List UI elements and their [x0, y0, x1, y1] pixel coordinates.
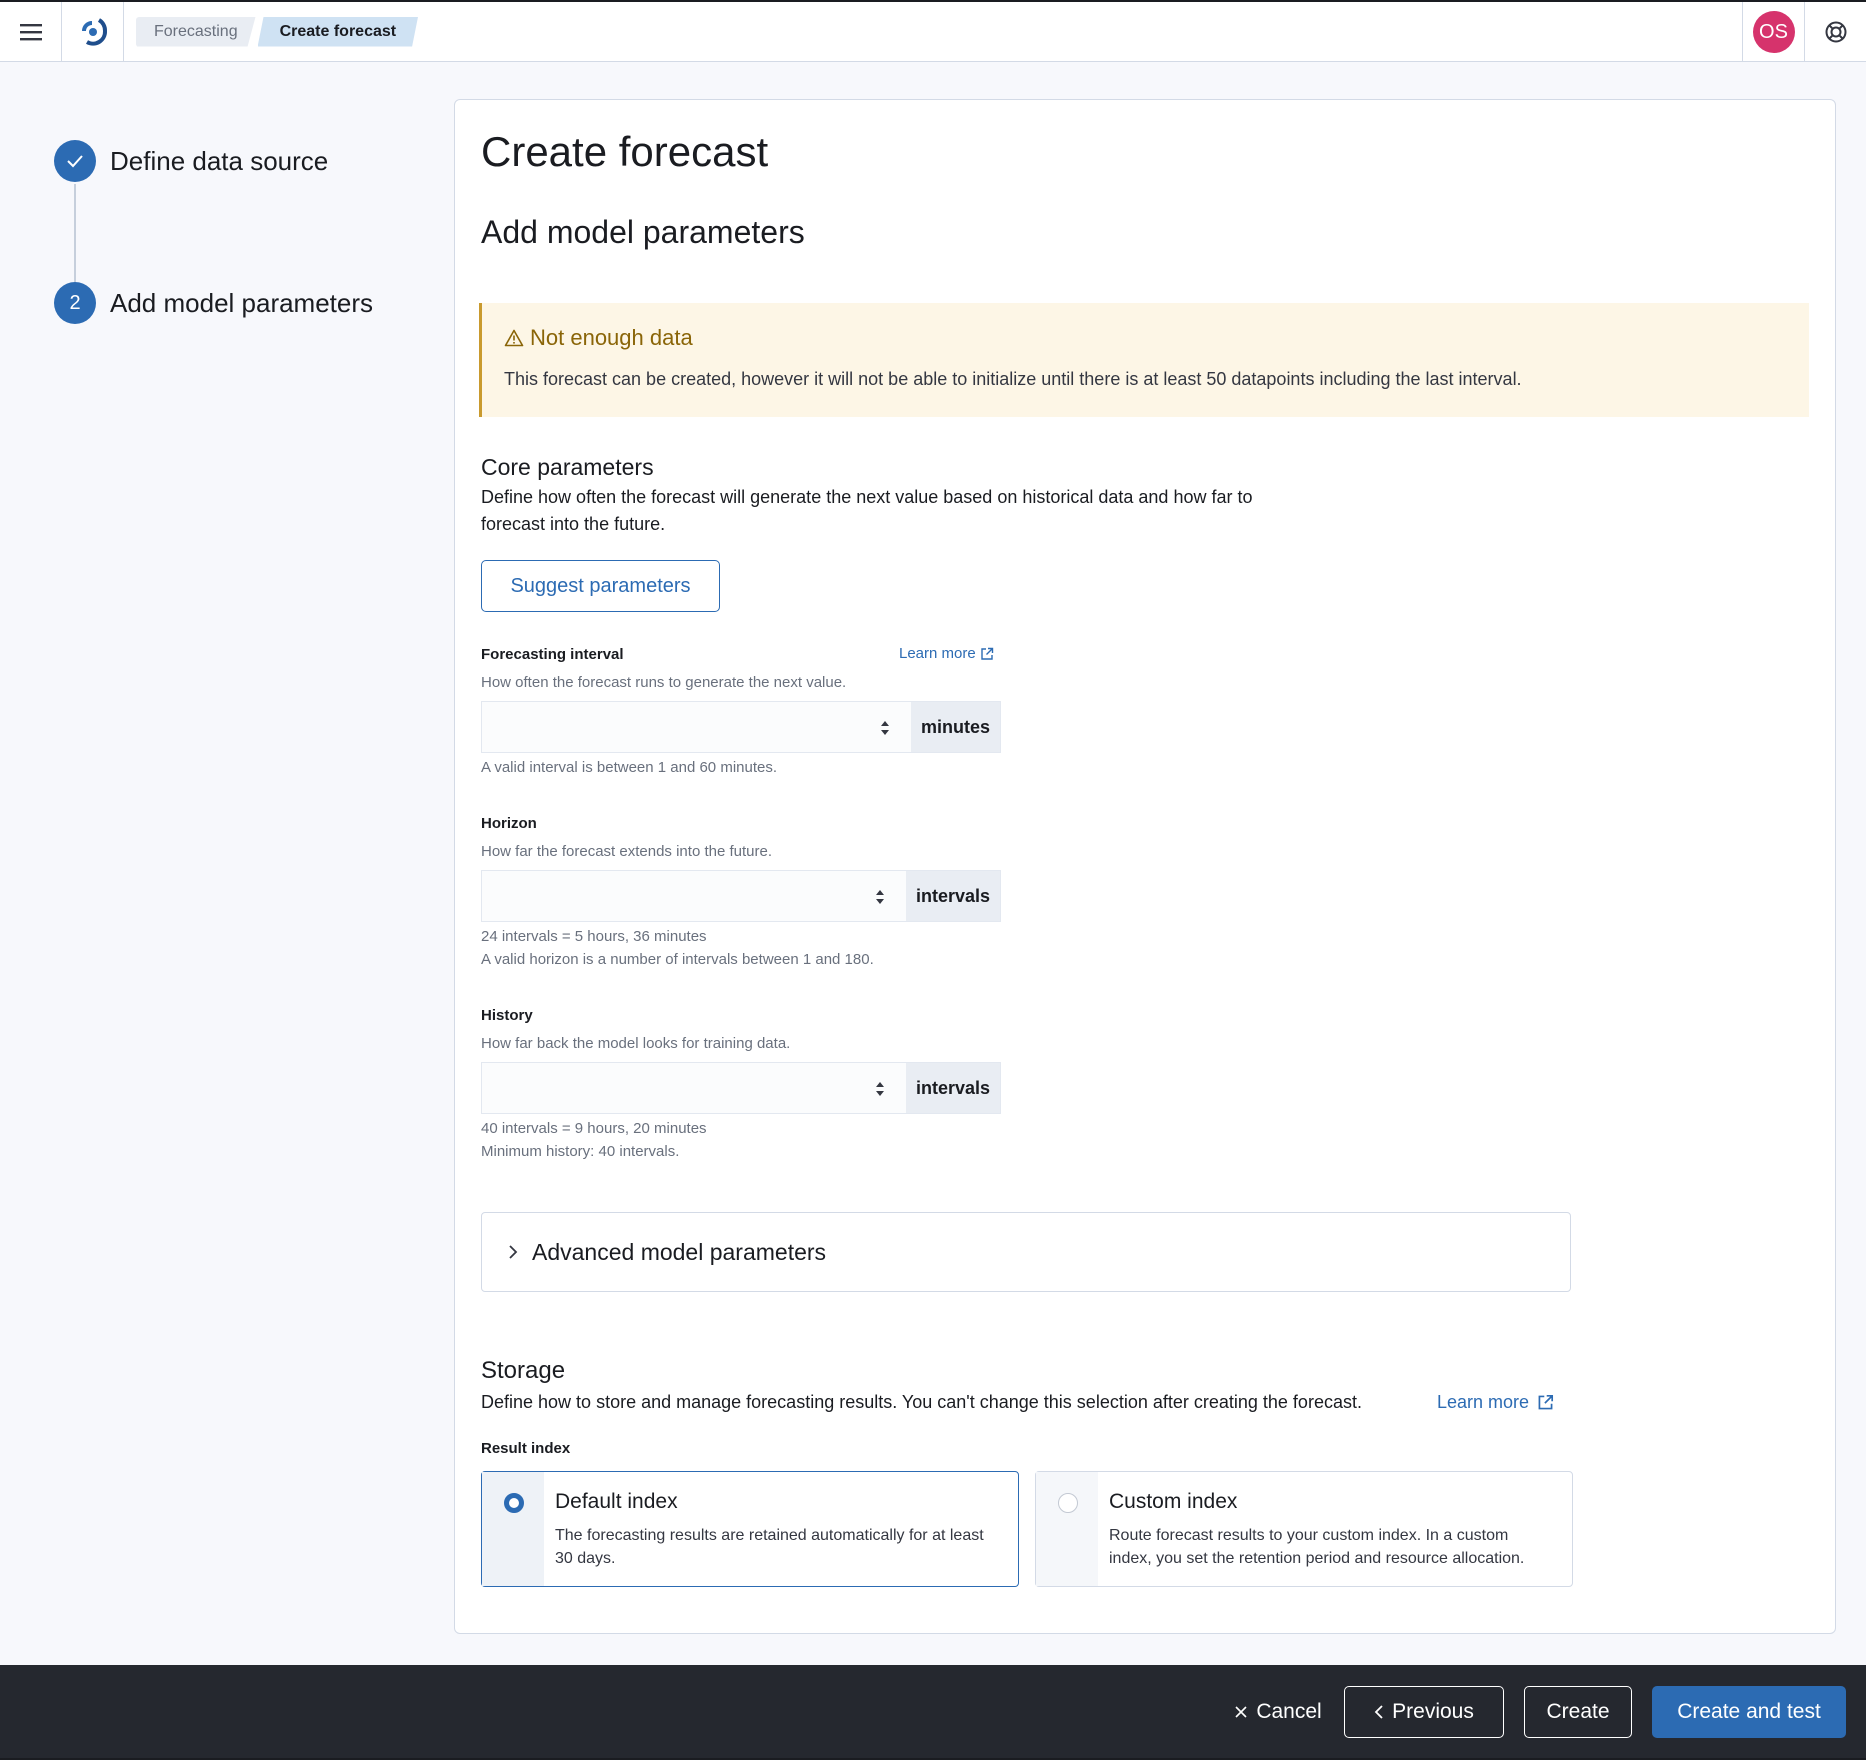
- app-logo[interactable]: [62, 1, 124, 62]
- horizon-label: Horizon: [481, 815, 537, 832]
- interval-help: How often the forecast runs to generate …: [481, 674, 847, 691]
- step-label: Add model parameters: [110, 287, 374, 318]
- stepper-icon[interactable]: [875, 1079, 885, 1099]
- step-number-badge: 2: [54, 282, 96, 324]
- top-header: Forecasting Create forecast OS: [0, 0, 1866, 62]
- horizon-help: How far the forecast extends into the fu…: [481, 843, 772, 860]
- menu-button[interactable]: [0, 1, 62, 62]
- horizon-note-2: A valid horizon is a number of intervals…: [481, 951, 874, 968]
- warning-icon: [504, 329, 524, 347]
- horizon-unit: intervals: [905, 871, 1000, 921]
- create-and-test-button[interactable]: Create and test: [1652, 1686, 1846, 1738]
- history-note-2: Minimum history: 40 intervals.: [481, 1143, 680, 1160]
- interval-note: A valid interval is between 1 and 60 min…: [481, 759, 778, 776]
- warning-callout: Not enough data This forecast can be cre…: [479, 303, 1809, 417]
- horizon-note-1: 24 intervals = 5 hours, 36 minutes: [481, 928, 707, 945]
- logo-icon: [81, 17, 107, 46]
- radio-side: [482, 1472, 544, 1586]
- check-icon: [67, 155, 83, 168]
- previous-button[interactable]: Previous: [1344, 1686, 1504, 1738]
- step-connector: [74, 184, 76, 282]
- step-complete-badge: [54, 140, 96, 182]
- create-button[interactable]: Create: [1524, 1686, 1632, 1738]
- interval-field: minutes: [481, 701, 1001, 753]
- interval-learn-more-link[interactable]: Learn more: [899, 645, 994, 662]
- horizon-input[interactable]: [482, 871, 906, 921]
- step-add-model-parameters[interactable]: 2 Add model parameters: [54, 282, 373, 324]
- suggest-parameters-button[interactable]: Suggest parameters: [481, 560, 720, 612]
- page-title: Create forecast: [481, 128, 769, 175]
- radio-title: Custom index: [1109, 1490, 1238, 1513]
- learn-more-text: Learn more: [1437, 1392, 1530, 1412]
- interval-unit: minutes: [910, 702, 1000, 752]
- core-parameters-title: Core parameters: [481, 454, 654, 480]
- advanced-parameters-accordion[interactable]: Advanced model parameters: [481, 1212, 1571, 1292]
- close-icon: [1235, 1706, 1247, 1718]
- section-subtitle: Add model parameters: [481, 214, 805, 250]
- storage-learn-more-link[interactable]: Learn more: [1437, 1389, 1554, 1416]
- radio-title: Default index: [555, 1490, 678, 1513]
- step-define-data-source[interactable]: Define data source: [54, 140, 373, 182]
- radio-side: [1036, 1472, 1098, 1586]
- history-note-1: 40 intervals = 9 hours, 20 minutes: [481, 1120, 707, 1137]
- radio-selected-icon: [504, 1493, 524, 1513]
- radio-desc: The forecasting results are retained aut…: [555, 1527, 984, 1567]
- external-link-icon: [981, 647, 993, 660]
- breadcrumb-create-forecast: Create forecast: [258, 17, 419, 47]
- interval-label: Forecasting interval: [481, 646, 624, 663]
- external-link-icon: [1538, 1394, 1554, 1410]
- help-button[interactable]: [1804, 2, 1866, 62]
- storage-desc: Define how to store and manage forecasti…: [481, 1392, 1362, 1412]
- interval-input[interactable]: [482, 702, 911, 752]
- user-menu[interactable]: OS: [1742, 2, 1804, 62]
- bottom-action-bar: Cancel Previous Create Create and test: [0, 1665, 1866, 1760]
- callout-title-text: Not enough data: [530, 325, 693, 350]
- cancel-label: Cancel: [1256, 1700, 1322, 1723]
- radio-custom-index[interactable]: Custom index Route forecast results to y…: [1035, 1471, 1573, 1587]
- horizon-field: intervals: [481, 870, 1001, 922]
- history-unit: intervals: [905, 1063, 1000, 1113]
- callout-text: This forecast can be created, however it…: [504, 369, 1522, 389]
- radio-unselected-icon: [1058, 1493, 1078, 1513]
- callout-title: Not enough data: [504, 325, 693, 351]
- radio-desc: Route forecast results to your custom in…: [1109, 1527, 1525, 1567]
- help-lifebuoy-icon: [1825, 21, 1846, 43]
- breadcrumb-forecasting[interactable]: Forecasting: [136, 17, 256, 47]
- chevron-right-icon: [509, 1245, 518, 1259]
- history-input[interactable]: [482, 1063, 906, 1113]
- breadcrumb: Forecasting Create forecast: [136, 17, 420, 47]
- cancel-button[interactable]: Cancel: [1228, 1686, 1328, 1738]
- history-field: intervals: [481, 1062, 1001, 1114]
- history-label: History: [481, 1007, 533, 1024]
- chevron-left-icon: [1374, 1705, 1383, 1719]
- core-parameters-desc-1: Define how often the forecast will gener…: [481, 487, 1253, 507]
- result-index-label: Result index: [481, 1440, 571, 1457]
- steps-nav: Define data source 2 Add model parameter…: [54, 140, 373, 324]
- core-parameters-desc-2: forecast into the future.: [481, 514, 666, 534]
- stepper-icon[interactable]: [880, 718, 890, 738]
- history-help: How far back the model looks for trainin…: [481, 1035, 791, 1052]
- accordion-label: Advanced model parameters: [532, 1238, 827, 1265]
- radio-default-index[interactable]: Default index The forecasting results ar…: [481, 1471, 1019, 1587]
- storage-title: Storage: [481, 1357, 566, 1384]
- stepper-icon[interactable]: [875, 887, 885, 907]
- main-panel: Create forecast Add model parameters Not…: [454, 99, 1836, 1634]
- step-label: Define data source: [110, 145, 329, 176]
- avatar: OS: [1752, 11, 1795, 53]
- learn-more-text: Learn more: [899, 645, 976, 662]
- hamburger-icon: [19, 23, 42, 40]
- previous-label: Previous: [1392, 1700, 1474, 1723]
